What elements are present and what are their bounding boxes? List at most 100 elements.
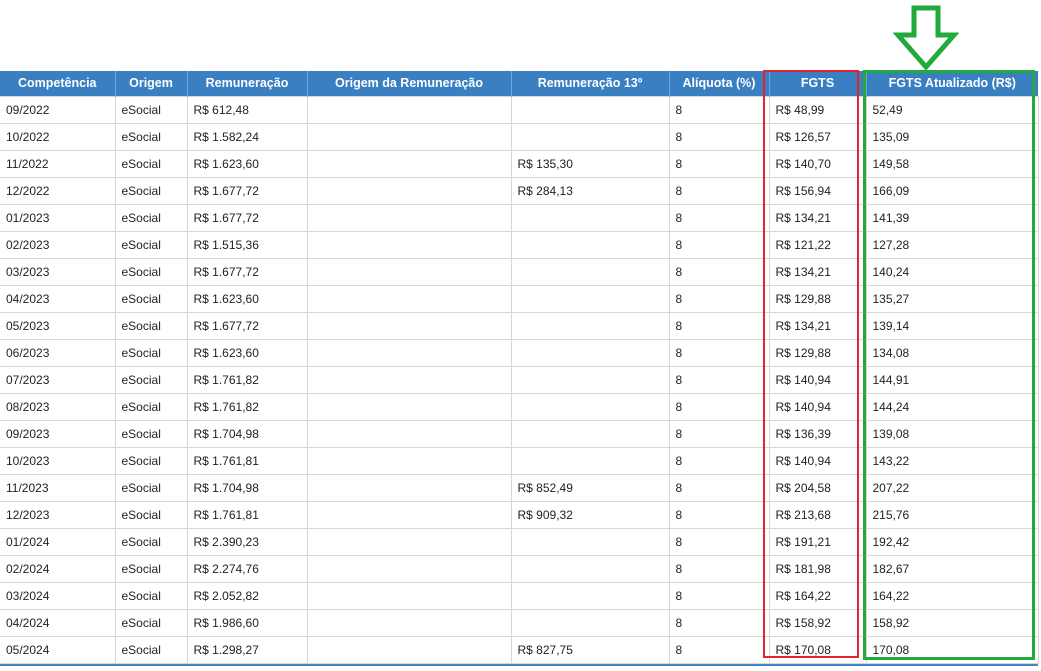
- cell-remuneracao-13: [510, 95, 670, 124]
- cell-fgts-atualizado: 143,22: [865, 446, 1039, 475]
- cell-remuneracao-13: [510, 257, 670, 286]
- cell-competencia: 04/2023: [0, 284, 116, 313]
- cell-remuneracao: R$ 1.515,36: [186, 230, 308, 259]
- table-row: 02/2023 eSocial R$ 1.515,36 8 R$ 121,22 127,2…: [0, 230, 1039, 259]
- cell-aliquota: 8: [668, 392, 770, 421]
- table-row: 04/2024 eSocial R$ 1.986,60 8 R$ 158,92 158,9…: [0, 608, 1039, 637]
- column-header-origem[interactable]: Origem: [114, 71, 187, 96]
- cell-fgts-atualizado: 207,22: [865, 473, 1039, 502]
- cell-remuneracao: R$ 1.677,72: [186, 257, 308, 286]
- cell-fgts-atualizado: 166,09: [865, 176, 1039, 205]
- cell-fgts: R$ 170,08: [768, 635, 867, 664]
- cell-origem: eSocial: [114, 446, 188, 475]
- cell-remuneracao-13: [510, 203, 670, 232]
- column-header-remuneracao[interactable]: Remuneração: [186, 71, 307, 96]
- table-row: 11/2022 eSocial R$ 1.623,60 R$ 135,30 8 R$ 14…: [0, 149, 1039, 178]
- cell-aliquota: 8: [668, 149, 770, 178]
- cell-remuneracao-13: [510, 365, 670, 394]
- column-header-remuneracao-13[interactable]: Remuneração 13º: [510, 71, 669, 96]
- cell-aliquota: 8: [668, 446, 770, 475]
- table-row: 08/2023 eSocial R$ 1.761,82 8 R$ 140,94 144,2…: [0, 392, 1039, 421]
- column-header-competencia[interactable]: Competência: [0, 71, 115, 96]
- cell-aliquota: 8: [668, 473, 770, 502]
- cell-remuneracao-13: [510, 527, 670, 556]
- cell-aliquota: 8: [668, 230, 770, 259]
- cell-fgts: R$ 48,99: [768, 95, 867, 124]
- cell-fgts: R$ 121,22: [768, 230, 867, 259]
- cell-origem-remuneracao: [306, 473, 512, 502]
- cell-origem: eSocial: [114, 473, 188, 502]
- cell-aliquota: 8: [668, 122, 770, 151]
- cell-competencia: 11/2022: [0, 149, 116, 178]
- cell-origem: eSocial: [114, 284, 188, 313]
- cell-aliquota: 8: [668, 284, 770, 313]
- cell-fgts: R$ 191,21: [768, 527, 867, 556]
- cell-origem: eSocial: [114, 554, 188, 583]
- cell-competencia: 03/2023: [0, 257, 116, 286]
- column-header-origem-remuneracao[interactable]: Origem da Remuneração: [306, 71, 511, 96]
- cell-origem: eSocial: [114, 149, 188, 178]
- cell-remuneracao-13: [510, 419, 670, 448]
- cell-remuneracao-13: [510, 554, 670, 583]
- cell-fgts-atualizado: 127,28: [865, 230, 1039, 259]
- cell-remuneracao: R$ 1.677,72: [186, 311, 308, 340]
- cell-fgts: R$ 140,94: [768, 446, 867, 475]
- cell-remuneracao-13: [510, 284, 670, 313]
- cell-origem-remuneracao: [306, 446, 512, 475]
- table-row: 03/2024 eSocial R$ 2.052,82 8 R$ 164,22 164,2…: [0, 581, 1039, 610]
- table-row: 04/2023 eSocial R$ 1.623,60 8 R$ 129,88 135,2…: [0, 284, 1039, 313]
- cell-fgts-atualizado: 170,08: [865, 635, 1039, 664]
- cell-remuneracao: R$ 1.623,60: [186, 149, 308, 178]
- cell-origem: eSocial: [114, 257, 188, 286]
- cell-competencia: 03/2024: [0, 581, 116, 610]
- cell-fgts-atualizado: 192,42: [865, 527, 1039, 556]
- column-header-aliquota[interactable]: Alíquota (%): [668, 71, 769, 96]
- cell-origem-remuneracao: [306, 338, 512, 367]
- table-body: 09/2022 eSocial R$ 612,48 8 R$ 48,99 52,49 10/…: [0, 95, 1039, 664]
- cell-remuneracao: R$ 1.623,60: [186, 284, 308, 313]
- cell-origem: eSocial: [114, 203, 188, 232]
- fgts-table: Competência Origem Remuneração Origem da…: [0, 71, 1039, 666]
- cell-remuneracao-13: [510, 230, 670, 259]
- cell-origem: eSocial: [114, 176, 188, 205]
- table-row: 03/2023 eSocial R$ 1.677,72 8 R$ 134,21 140,2…: [0, 257, 1039, 286]
- cell-origem: eSocial: [114, 365, 188, 394]
- cell-fgts: R$ 213,68: [768, 500, 867, 529]
- cell-aliquota: 8: [668, 257, 770, 286]
- cell-remuneracao-13: R$ 852,49: [510, 473, 670, 502]
- column-header-fgts-atualizado[interactable]: FGTS Atualizado (R$): [865, 71, 1038, 96]
- table-row: 01/2024 eSocial R$ 2.390,23 8 R$ 191,21 192,4…: [0, 527, 1039, 556]
- cell-aliquota: 8: [668, 311, 770, 340]
- cell-competencia: 11/2023: [0, 473, 116, 502]
- cell-fgts-atualizado: 140,24: [865, 257, 1039, 286]
- cell-origem-remuneracao: [306, 500, 512, 529]
- cell-origem: eSocial: [114, 581, 188, 610]
- cell-fgts: R$ 140,94: [768, 365, 867, 394]
- cell-origem: eSocial: [114, 527, 188, 556]
- table-row: 12/2023 eSocial R$ 1.761,81 R$ 909,32 8 R$ 21…: [0, 500, 1039, 529]
- cell-origem: eSocial: [114, 230, 188, 259]
- cell-aliquota: 8: [668, 527, 770, 556]
- column-header-fgts[interactable]: FGTS: [768, 71, 866, 96]
- cell-fgts: R$ 136,39: [768, 419, 867, 448]
- cell-competencia: 09/2022: [0, 95, 116, 124]
- cell-competencia: 05/2023: [0, 311, 116, 340]
- cell-competencia: 10/2022: [0, 122, 116, 151]
- table-row: 01/2023 eSocial R$ 1.677,72 8 R$ 134,21 141,3…: [0, 203, 1039, 232]
- cell-origem-remuneracao: [306, 635, 512, 664]
- cell-remuneracao-13: [510, 581, 670, 610]
- cell-fgts: R$ 140,70: [768, 149, 867, 178]
- cell-aliquota: 8: [668, 176, 770, 205]
- cell-origem: eSocial: [114, 338, 188, 367]
- cell-remuneracao: R$ 1.582,24: [186, 122, 308, 151]
- cell-remuneracao-13: R$ 827,75: [510, 635, 670, 664]
- cell-remuneracao: R$ 1.761,82: [186, 392, 308, 421]
- cell-fgts: R$ 156,94: [768, 176, 867, 205]
- cell-aliquota: 8: [668, 635, 770, 664]
- cell-remuneracao-13: R$ 284,13: [510, 176, 670, 205]
- cell-fgts: R$ 129,88: [768, 338, 867, 367]
- table-header-row: Competência Origem Remuneração Origem da…: [0, 71, 1038, 96]
- cell-aliquota: 8: [668, 419, 770, 448]
- cell-fgts-atualizado: 135,09: [865, 122, 1039, 151]
- cell-remuneracao-13: [510, 446, 670, 475]
